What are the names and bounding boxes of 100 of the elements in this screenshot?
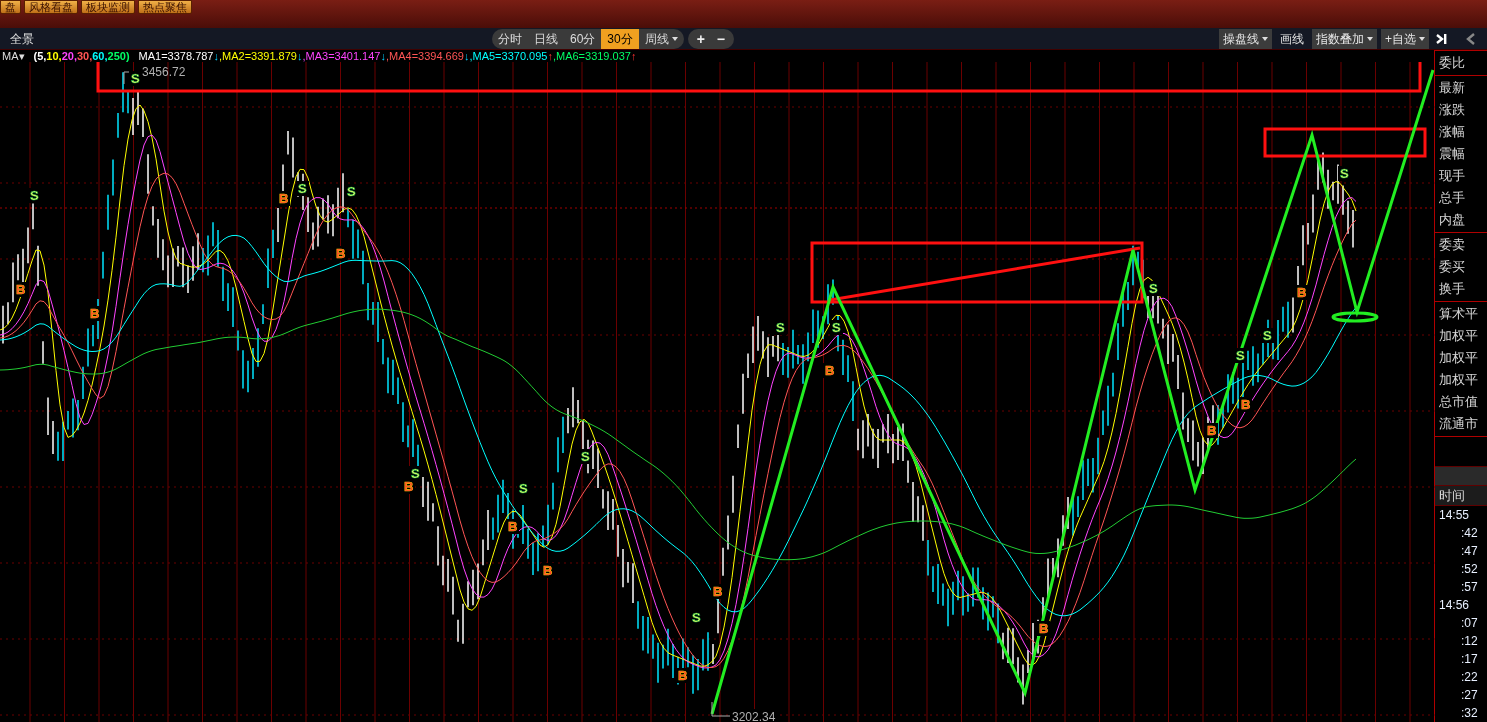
signal-label: B	[676, 668, 689, 683]
caret-icon	[671, 36, 678, 41]
quote-field-label: 加权平	[1438, 349, 1479, 367]
signal-label: B	[334, 246, 347, 261]
tick-time: :42	[1460, 525, 1479, 542]
tick-time: :52	[1460, 561, 1479, 578]
tick-time: :57	[1460, 579, 1479, 596]
ellipse-marker	[1331, 311, 1379, 323]
tick-time: :12	[1460, 633, 1479, 650]
quote-field-label: 委买	[1438, 258, 1466, 276]
zoom-button[interactable]: +	[691, 31, 710, 46]
quote-field-label: 震幅	[1438, 145, 1466, 163]
tick-time: :47	[1460, 543, 1479, 560]
quote-field-label: 算术平	[1438, 305, 1479, 323]
ma-value: ,MA2=3391.879	[219, 50, 297, 62]
column-header: 时间	[1435, 486, 1487, 506]
caret-icon	[1367, 36, 1373, 41]
trend-arrow: ↓	[380, 50, 386, 62]
signal-label: S	[345, 184, 358, 199]
trend-arrow: ↓	[463, 50, 470, 62]
tick-time: :07	[1460, 615, 1479, 632]
signal-label: S	[28, 188, 41, 203]
signal-label: S	[579, 449, 592, 464]
ma-value: ,MA6=3319.037	[552, 50, 631, 62]
ma-parameter: (5,	[33, 50, 47, 62]
tick-time: 14:56	[1438, 597, 1471, 614]
quote-field-label: 加权平	[1438, 371, 1479, 389]
signal-label: S	[1261, 328, 1274, 343]
trend-arrow: ↑	[630, 50, 637, 62]
period-tab[interactable]: 日线	[528, 28, 564, 49]
trend-arrow: ↓	[213, 50, 219, 62]
signal-label: S	[296, 181, 309, 196]
quote-field-label: 总手	[1438, 189, 1466, 207]
collapse-icon[interactable]	[1435, 32, 1447, 45]
quote-field-label: 流通市	[1438, 415, 1479, 433]
top-tab[interactable]: 板块监测	[81, 0, 135, 14]
ma-parameter: 60,	[92, 50, 108, 62]
period-tab[interactable]: 周线	[638, 28, 684, 49]
period-tab[interactable]: 60分	[564, 28, 602, 49]
top-tab[interactable]: 热点聚焦	[138, 0, 192, 14]
quote-field-label: 涨跌	[1438, 101, 1466, 119]
zoom-button[interactable]: −	[711, 31, 730, 46]
signal-label: B	[823, 363, 836, 378]
signal-label: B	[1295, 285, 1308, 300]
quote-field-label: 现手	[1438, 167, 1466, 185]
quote-field-label: 总市值	[1438, 393, 1479, 411]
quote-field-label: 委比	[1438, 54, 1466, 72]
signal-label: B	[14, 282, 27, 297]
quote-field-label: 最新	[1438, 79, 1466, 97]
toolbar-button[interactable]: 操盘线	[1219, 28, 1272, 49]
ma-parameter: 20,	[61, 50, 77, 62]
tick-time: :22	[1460, 669, 1479, 686]
signal-label: B	[541, 563, 554, 578]
toolbar-button[interactable]: +自选	[1381, 28, 1429, 49]
ma-parameter: 250)	[107, 50, 130, 62]
ma-value: ,MA5=3370.095	[469, 50, 548, 62]
signal-label: S	[830, 320, 843, 335]
signal-label: B	[1239, 397, 1252, 412]
tick-time: :17	[1460, 651, 1479, 668]
signal-label: S	[774, 320, 787, 335]
quote-field-label: 委卖	[1438, 236, 1466, 254]
caret-icon	[1262, 36, 1268, 41]
tick-time: 14:55	[1438, 507, 1471, 524]
ma-value: ,MA4=3394.669	[385, 50, 464, 62]
signal-label: S	[690, 610, 703, 625]
trend-arrow: ↑	[547, 50, 553, 62]
quote-field-label: 涨幅	[1438, 123, 1466, 141]
signal-label: S	[1234, 348, 1247, 363]
indicator-menu[interactable]: MA▾	[2, 50, 25, 62]
period-tab[interactable]: 30分	[601, 28, 639, 49]
top-tab[interactable]: 风格看盘	[24, 0, 78, 14]
signal-label: B	[1037, 621, 1050, 636]
tick-time: :32	[1460, 705, 1479, 722]
signal-label: B	[277, 191, 290, 206]
tick-time: :27	[1460, 687, 1479, 704]
toolbar-button[interactable]: 画线	[1276, 28, 1308, 49]
signal-label: B	[506, 519, 519, 534]
quote-field-label: 加权平	[1438, 327, 1479, 345]
top-tab[interactable]: 盘	[0, 0, 21, 14]
signal-label: B	[402, 479, 415, 494]
chevron-left-icon[interactable]	[1465, 31, 1477, 46]
panel-header-bar	[1435, 466, 1487, 486]
toolbar-button[interactable]: 指数叠加	[1312, 28, 1377, 49]
quote-field-label: 内盘	[1438, 211, 1466, 229]
signal-label: S	[409, 466, 422, 481]
period-tab[interactable]: 分时	[492, 28, 528, 49]
ma-value: ,MA3=3401.147	[302, 50, 381, 62]
signal-label: S	[1147, 281, 1160, 296]
low-price-label: 3202.34	[711, 701, 779, 722]
signal-label: S	[129, 71, 142, 86]
signal-label: S	[1338, 166, 1351, 181]
ma-parameter: 10,	[46, 50, 62, 62]
signal-label: B	[1205, 423, 1218, 438]
panel-title: 全景	[10, 30, 34, 48]
quote-field-label: 换手	[1438, 280, 1466, 298]
ma-parameter: 30,	[76, 50, 93, 62]
ma-value: MA1=3378.787	[138, 50, 214, 62]
trend-arrow: ↓	[296, 50, 303, 62]
signal-label: B	[88, 306, 101, 321]
signal-label: S	[517, 481, 530, 496]
